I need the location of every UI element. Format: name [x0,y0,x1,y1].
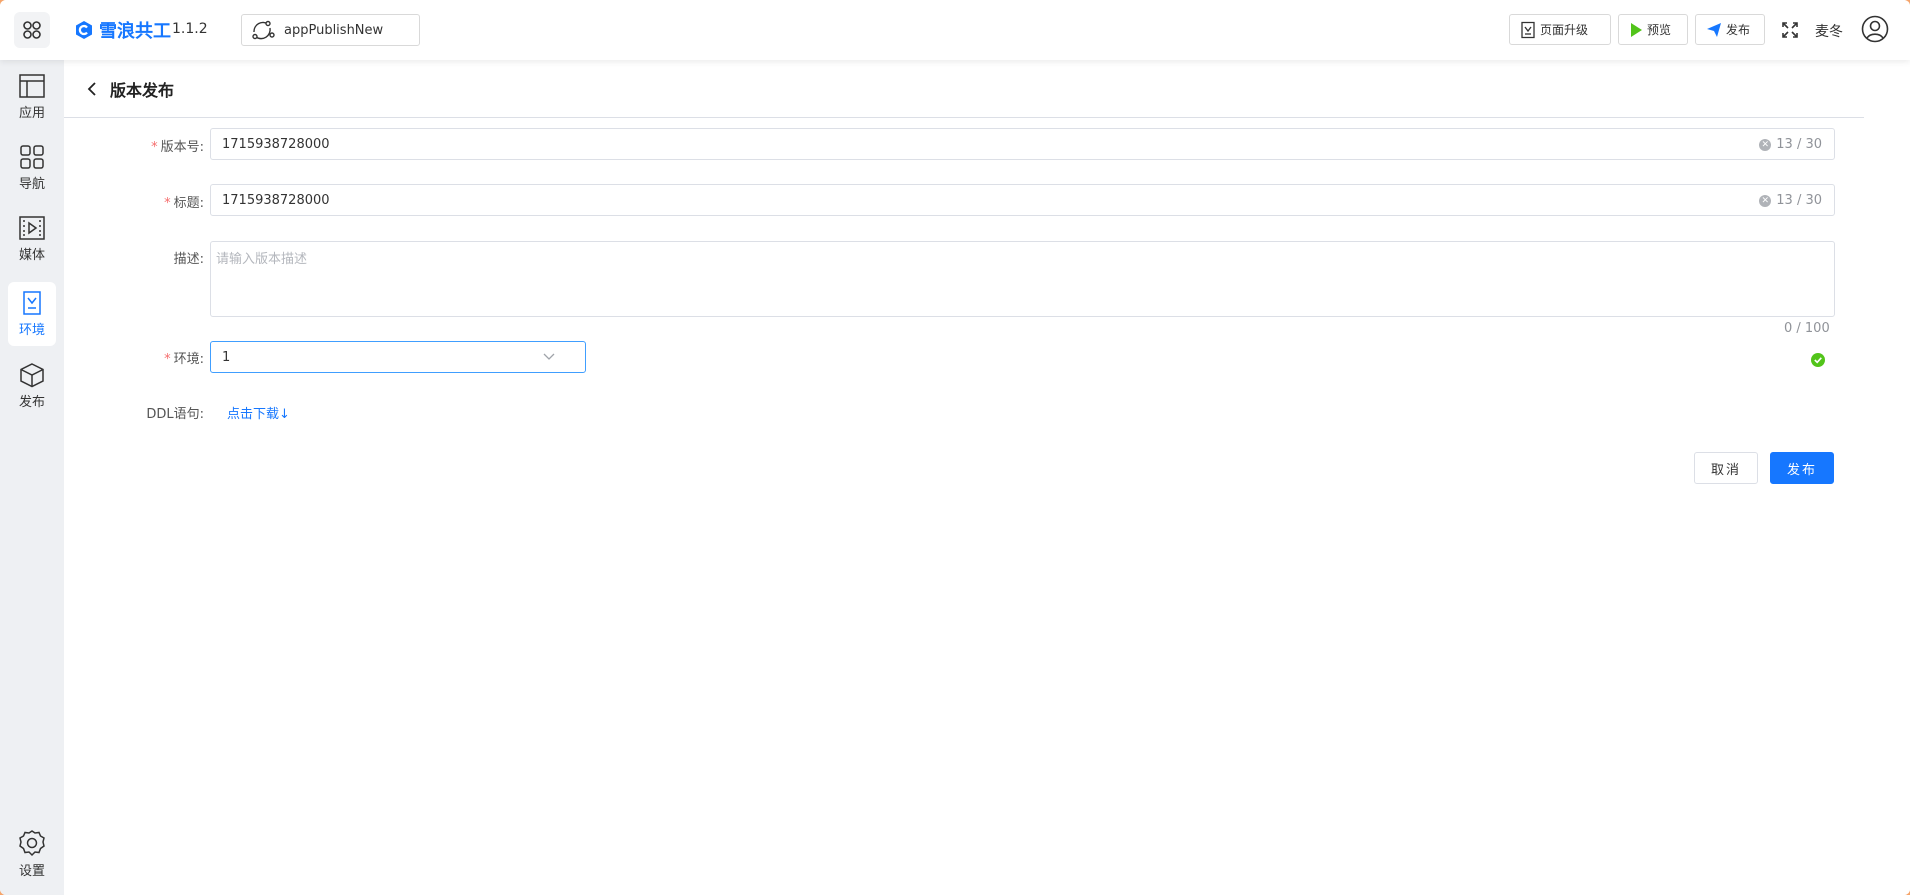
publish-top-label: 发布 [1726,23,1751,37]
brand-name: 雪浪共工 [99,21,171,42]
sidebar-item-app[interactable]: 应用 [8,65,56,129]
version-count: 13 / 30 [1776,137,1822,152]
media-icon [19,216,45,240]
sidebar-item-publish[interactable]: 发布 [8,354,56,418]
required-mark: * [164,352,171,367]
ddl-label: DDL语句: [64,403,204,422]
page-header: 版本发布 [64,60,1864,118]
top-bar: 雪浪共工 1.1.2 appPublishNew 页面升级 预览 发布 麦冬 [0,0,1910,60]
desc-textarea[interactable]: 请输入版本描述 [210,241,1835,317]
submit-publish-button[interactable]: 发布 [1770,452,1834,484]
sidebar-item-label: 导航 [18,177,45,192]
gear-icon [19,830,45,857]
username: 麦冬 [1815,24,1843,40]
required-mark: * [151,140,158,155]
desc-count: 0 / 100 [1784,321,1830,336]
main-content: 版本发布 * 版本号: 1715938728000 ✕ 13 / 30 * 标题: … [64,60,1910,895]
version-input[interactable]: 1715938728000 ✕ 13 / 30 [210,128,1835,160]
sidebar-item-nav[interactable]: 导航 [8,136,56,200]
box-icon [20,363,44,388]
app-name: appPublishNew [284,22,384,38]
env-label-text: 环境: [173,352,204,367]
user-icon [1861,15,1889,43]
success-check-icon [1811,353,1825,367]
clear-icon[interactable]: ✕ [1759,194,1772,207]
sidebar-item-label: 应用 [18,106,45,121]
desc-label-text: 描述: [173,252,204,267]
version-text: 1.1.2 [172,21,208,37]
desc-label: 描述: [64,248,204,267]
title-value: 1715938728000 [222,192,330,208]
clear-icon[interactable]: ✕ [1759,138,1772,151]
send-icon [1707,22,1721,37]
page-title: 版本发布 [110,80,175,100]
page-upgrade-label: 页面升级 [1540,23,1589,37]
back-arrow-icon[interactable] [86,81,100,97]
fullscreen-button[interactable] [1780,20,1800,40]
title-count: 13 / 30 [1776,193,1822,208]
app-selector[interactable]: appPublishNew [241,14,420,46]
sidebar-item-media[interactable]: 媒体 [8,207,56,271]
sidebar-item-label: 发布 [18,395,45,410]
ddl-download-link[interactable]: 点击下载↓ [227,403,290,422]
user-avatar[interactable] [1860,14,1890,44]
fullscreen-icon [1782,22,1798,38]
play-icon [1631,22,1642,37]
version-label: * 版本号: [64,136,204,155]
app-menu-button[interactable] [14,12,50,48]
upgrade-icon [1521,21,1535,38]
app-switch-icon [252,20,275,40]
title-label: * 标题: [64,192,204,211]
grid-icon [20,145,44,169]
title-input[interactable]: 1715938728000 ✕ 13 / 30 [210,184,1835,216]
desc-placeholder: 请输入版本描述 [216,252,308,267]
sidebar-item-settings[interactable]: 设置 [8,822,56,886]
app-window: 雪浪共工 1.1.2 appPublishNew 页面升级 预览 发布 麦冬 应… [0,0,1910,895]
env-value: 1 [222,349,231,365]
app-menu-icon [23,21,41,39]
logo-icon [76,21,92,39]
env-icon [23,291,41,315]
required-mark: * [164,196,171,211]
cancel-button[interactable]: 取消 [1694,452,1758,484]
chevron-down-icon [543,353,555,360]
preview-label: 预览 [1647,23,1672,37]
title-counter: ✕ 13 / 30 [1759,193,1822,208]
sidebar-item-env[interactable]: 环境 [8,282,56,346]
sidebar-item-label: 环境 [18,323,45,338]
version-value: 1715938728000 [222,136,330,152]
env-label: * 环境: [64,348,204,367]
preview-button[interactable]: 预览 [1618,14,1688,45]
sidebar-item-label: 媒体 [18,248,45,263]
ddl-label-text: DDL语句: [146,407,204,422]
publish-top-button[interactable]: 发布 [1695,14,1765,45]
brand-logo[interactable]: 雪浪共工 [73,17,171,43]
page-upgrade-button[interactable]: 页面升级 [1509,14,1611,45]
sidebar-item-label: 设置 [18,864,45,879]
version-counter: ✕ 13 / 30 [1759,137,1822,152]
title-label-text: 标题: [173,196,204,211]
layout-icon [19,74,45,98]
env-select[interactable]: 1 [210,341,586,373]
sidebar: 应用 导航 媒体 环境 发布 设置 [0,60,64,895]
version-label-text: 版本号: [160,140,204,155]
